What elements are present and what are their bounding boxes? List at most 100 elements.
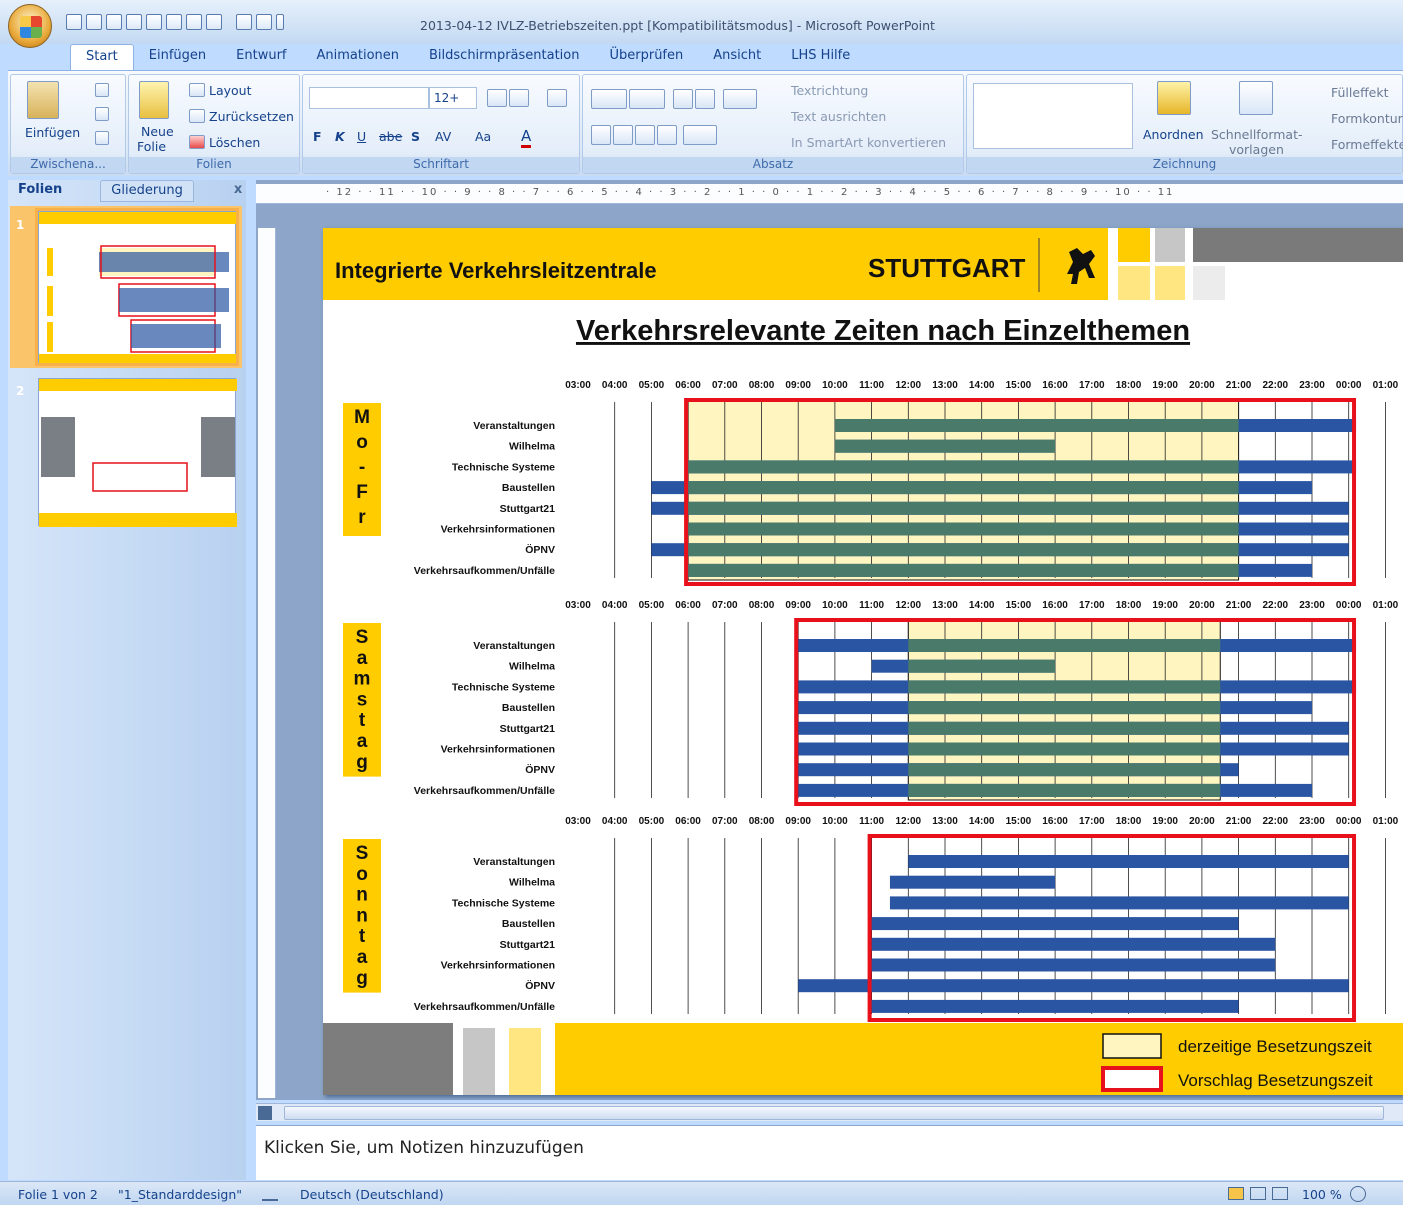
zoom-out-icon[interactable] <box>1350 1186 1366 1202</box>
topic-bar-overlap <box>688 460 1239 474</box>
print-preview-icon[interactable] <box>186 14 202 30</box>
decrease-indent-icon[interactable] <box>673 89 693 109</box>
topic-bar-overlap <box>908 763 1221 777</box>
time-label: 07:00 <box>712 600 738 611</box>
topic-label: Verkehrsinformationen <box>441 744 555 756</box>
font-color-button[interactable]: A <box>521 127 532 148</box>
tab-animationen[interactable]: Animationen <box>301 44 414 70</box>
align-center-icon[interactable] <box>613 125 633 145</box>
status-language[interactable]: Deutsch (Deutschland) <box>300 1187 444 1202</box>
time-label: 14:00 <box>969 380 995 391</box>
format-painter-icon[interactable] <box>95 131 109 145</box>
delete-button[interactable]: Löschen <box>209 135 260 150</box>
tab-ueberpruefen[interactable]: Überprüfen <box>594 44 698 70</box>
character-spacing-button[interactable]: AV <box>435 129 451 144</box>
customize-chevron-icon[interactable] <box>276 14 284 30</box>
layout-button[interactable]: Layout <box>209 83 252 98</box>
text-direction-button[interactable]: Textrichtung <box>791 83 868 98</box>
tab-gliederung[interactable]: Gliederung <box>100 180 194 202</box>
justify-icon[interactable] <box>657 125 677 145</box>
redo-icon[interactable] <box>256 14 272 30</box>
paste-button[interactable]: Einfügen <box>25 125 80 140</box>
header-title: Integrierte Verkehrsleitzentrale <box>335 258 657 283</box>
time-label: 22:00 <box>1263 380 1289 391</box>
day-letter: r <box>358 507 366 528</box>
shapes-gallery[interactable] <box>973 83 1133 149</box>
quick-styles-line1[interactable]: Schnellformat- <box>1211 127 1303 142</box>
quick-print-icon[interactable] <box>206 14 222 30</box>
new-slide-button-line1[interactable]: Neue <box>141 124 174 139</box>
cut-icon[interactable] <box>95 83 109 97</box>
slide-thumbnail-2[interactable] <box>38 378 237 527</box>
arrange-button[interactable]: Anordnen <box>1143 127 1204 142</box>
increase-indent-icon[interactable] <box>695 89 715 109</box>
tab-einfuegen[interactable]: Einfügen <box>134 44 221 70</box>
topic-bar <box>798 979 1349 993</box>
time-label: 11:00 <box>859 816 884 827</box>
grow-font-icon[interactable] <box>487 89 507 107</box>
time-label: 06:00 <box>675 600 701 611</box>
save-icon[interactable] <box>146 14 162 30</box>
tab-ansicht[interactable]: Ansicht <box>698 44 776 70</box>
numbering-icon[interactable] <box>629 89 665 109</box>
day-letter: - <box>359 457 365 478</box>
tab-bildschirmpraesentation[interactable]: Bildschirmpräsentation <box>414 44 594 70</box>
print-icon[interactable] <box>166 14 182 30</box>
strikethrough-button[interactable]: abe <box>379 129 402 144</box>
underline-button[interactable]: U <box>357 129 366 144</box>
slide-canvas[interactable]: Integrierte Verkehrsleitzentrale STUTTGA… <box>323 228 1403 1095</box>
tab-entwurf[interactable]: Entwurf <box>221 44 301 70</box>
bullets-icon[interactable] <box>591 89 627 109</box>
new-slide-button-line2[interactable]: Folie <box>137 139 166 154</box>
status-theme[interactable]: "1_Standarddesign" <box>118 1187 242 1202</box>
shape-fill-button[interactable]: Fülleffekt <box>1331 85 1389 100</box>
new-icon[interactable] <box>66 14 82 30</box>
slideshow-icon[interactable] <box>1272 1187 1288 1200</box>
normal-view-icon[interactable] <box>1228 1187 1244 1200</box>
spellcheck-icon[interactable] <box>262 1187 278 1201</box>
time-label: 17:00 <box>1079 816 1105 827</box>
notes-pane[interactable]: Klicken Sie, um Notizen hinzuzufügen <box>256 1125 1403 1180</box>
new-icon[interactable] <box>86 14 102 30</box>
shrink-font-icon[interactable] <box>509 89 529 107</box>
status-zoom[interactable]: 100 % <box>1302 1187 1342 1202</box>
tab-folien[interactable]: Folien <box>8 180 72 202</box>
shape-outline-button[interactable]: Formkontur <box>1331 111 1403 126</box>
align-left-icon[interactable] <box>591 125 611 145</box>
change-case-button[interactable]: Aa <box>475 129 491 144</box>
time-label: 09:00 <box>785 600 811 611</box>
reset-button[interactable]: Zurücksetzen <box>209 109 294 124</box>
horizontal-scrollbar[interactable] <box>256 1103 1403 1121</box>
align-right-icon[interactable] <box>635 125 655 145</box>
shadow-button[interactable]: S <box>411 129 420 144</box>
font-name-combo[interactable] <box>309 87 429 109</box>
columns-icon[interactable] <box>683 125 717 145</box>
undo-icon[interactable] <box>236 14 252 30</box>
time-label: 23:00 <box>1299 816 1325 827</box>
clear-format-icon[interactable] <box>547 89 567 107</box>
time-label: 10:00 <box>822 600 848 611</box>
bold-button[interactable]: F <box>313 129 322 144</box>
tab-start[interactable]: Start <box>70 44 134 70</box>
align-text-button[interactable]: Text ausrichten <box>791 109 886 124</box>
convert-smartart-button[interactable]: In SmartArt konvertieren <box>791 135 946 150</box>
slide-thumbnail-2-preview <box>39 379 237 527</box>
copy-icon[interactable] <box>95 107 109 121</box>
scroll-thumb[interactable] <box>284 1106 1384 1120</box>
open-icon[interactable] <box>106 14 122 30</box>
font-size-combo[interactable]: 12+ <box>429 87 477 109</box>
paragraph-group-label: Absatz <box>583 157 963 173</box>
italic-button[interactable]: K <box>335 129 345 144</box>
panel-close-button[interactable]: x <box>224 180 252 202</box>
scroll-left-button[interactable] <box>258 1106 272 1120</box>
line-spacing-icon[interactable] <box>723 89 757 109</box>
slide-thumbnail-1[interactable] <box>35 208 239 366</box>
slide-sorter-icon[interactable] <box>1250 1187 1266 1200</box>
brand-wordmark: STUTTGART <box>868 253 1026 283</box>
shape-effects-button[interactable]: Formeffekte <box>1331 137 1403 152</box>
topic-bar-overlap <box>908 680 1221 694</box>
quick-styles-line2[interactable]: vorlagen <box>1229 142 1284 157</box>
open-icon[interactable] <box>126 14 142 30</box>
tab-lhs-hilfe[interactable]: LHS Hilfe <box>776 44 865 70</box>
office-button[interactable] <box>8 4 52 48</box>
